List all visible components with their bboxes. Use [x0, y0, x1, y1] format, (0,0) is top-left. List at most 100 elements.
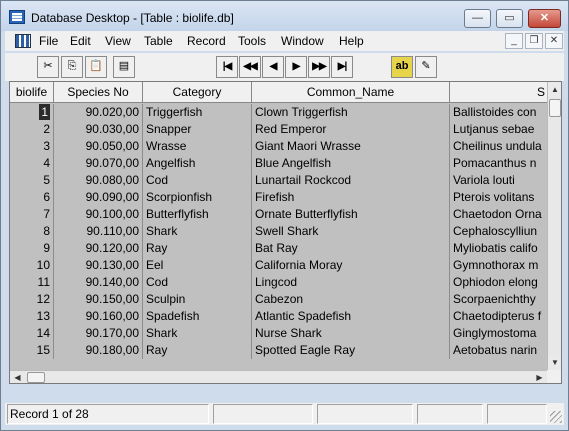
cell-category[interactable]: Angelfish	[143, 155, 252, 172]
cell-biolife[interactable]: 15	[10, 342, 54, 359]
cell-common-name[interactable]: California Moray	[252, 257, 450, 274]
table-row[interactable]: 6 90.090,00 Scorpionfish Firefish Pterois vo…	[10, 189, 550, 206]
table-row[interactable]: 14 90.170,00 Shark Nurse Shark Ginglymostoma	[10, 325, 550, 342]
cell-biolife[interactable]: 1	[10, 104, 54, 121]
next-record-icon[interactable]: ▶	[285, 56, 307, 78]
column-header-species-name[interactable]: S	[450, 82, 550, 103]
cell-species-no[interactable]: 90.160,00	[54, 308, 143, 325]
menu-table[interactable]: Table	[144, 34, 173, 48]
cell-species-no[interactable]: 90.030,00	[54, 121, 143, 138]
last-record-icon[interactable]: ▶|	[331, 56, 353, 78]
cell-species-name[interactable]: Cheilinus undula	[450, 138, 550, 155]
cell-biolife[interactable]: 4	[10, 155, 54, 172]
cell-category[interactable]: Eel	[143, 257, 252, 274]
table-row[interactable]: 3 90.050,00 Wrasse Giant Maori Wrasse Cheili…	[10, 138, 550, 155]
cell-common-name[interactable]: Lingcod	[252, 274, 450, 291]
menu-record[interactable]: Record	[187, 34, 226, 48]
cell-category[interactable]: Sculpin	[143, 291, 252, 308]
column-header-category[interactable]: Category	[143, 82, 252, 103]
cell-biolife[interactable]: 2	[10, 121, 54, 138]
menu-help[interactable]: Help	[339, 34, 364, 48]
mdi-restore-button[interactable]: ❐	[525, 33, 543, 49]
cell-species-no[interactable]: 90.080,00	[54, 172, 143, 189]
table-row[interactable]: 10 90.130,00 Eel California Moray Gymnothora…	[10, 257, 550, 274]
cell-species-no[interactable]: 90.070,00	[54, 155, 143, 172]
table-row[interactable]: 1 90.020,00 Triggerfish Clown Triggerfish Ba…	[10, 104, 550, 121]
cell-species-name[interactable]: Lutjanus sebae	[450, 121, 550, 138]
cell-biolife[interactable]: 11	[10, 274, 54, 291]
cell-common-name[interactable]: Blue Angelfish	[252, 155, 450, 172]
cell-common-name[interactable]: Ornate Butterflyfish	[252, 206, 450, 223]
table-window-icon[interactable]	[15, 34, 31, 48]
cell-species-name[interactable]: Pterois volitans	[450, 189, 550, 206]
table-row[interactable]: 9 90.120,00 Ray Bat Ray Myliobatis califo	[10, 240, 550, 257]
scroll-left-icon[interactable]: ◀	[10, 371, 25, 383]
cell-common-name[interactable]: Red Emperor	[252, 121, 450, 138]
cell-species-name[interactable]: Aetobatus narin	[450, 342, 550, 359]
cell-category[interactable]: Wrasse	[143, 138, 252, 155]
cell-category[interactable]: Ray	[143, 342, 252, 359]
cell-species-name[interactable]: Gymnothorax m	[450, 257, 550, 274]
cell-biolife[interactable]: 12	[10, 291, 54, 308]
cell-species-no[interactable]: 90.020,00	[54, 104, 143, 121]
cell-category[interactable]: Ray	[143, 240, 252, 257]
cell-species-name[interactable]: Ballistoides con	[450, 104, 550, 121]
previous-record-icon[interactable]: ◀	[262, 56, 284, 78]
cell-category[interactable]: Scorpionfish	[143, 189, 252, 206]
cell-species-no[interactable]: 90.050,00	[54, 138, 143, 155]
cell-common-name[interactable]: Clown Triggerfish	[252, 104, 450, 121]
field-view-icon[interactable]: ab	[391, 56, 413, 78]
menu-window[interactable]: Window	[281, 34, 324, 48]
cell-species-name[interactable]: Variola louti	[450, 172, 550, 189]
minimize-button[interactable]: —	[464, 9, 491, 28]
scroll-up-icon[interactable]: ▲	[548, 82, 561, 97]
cell-biolife[interactable]: 7	[10, 206, 54, 223]
cell-species-no[interactable]: 90.140,00	[54, 274, 143, 291]
cell-common-name[interactable]: Atlantic Spadefish	[252, 308, 450, 325]
cell-species-name[interactable]: Cephaloscylliun	[450, 223, 550, 240]
cell-category[interactable]: Cod	[143, 274, 252, 291]
column-header-biolife[interactable]: biolife	[10, 82, 54, 103]
edit-data-icon[interactable]: ✎	[415, 56, 437, 78]
table-row[interactable]: 4 90.070,00 Angelfish Blue Angelfish Pomacan…	[10, 155, 550, 172]
table-row[interactable]: 12 90.150,00 Sculpin Cabezon Scorpaenichthy	[10, 291, 550, 308]
cell-biolife[interactable]: 6	[10, 189, 54, 206]
cell-biolife[interactable]: 3	[10, 138, 54, 155]
cell-species-name[interactable]: Ginglymostoma	[450, 325, 550, 342]
cell-category[interactable]: Shark	[143, 223, 252, 240]
cell-category[interactable]: Shark	[143, 325, 252, 342]
scroll-down-icon[interactable]: ▼	[548, 355, 561, 370]
cell-species-name[interactable]: Chaetodipterus f	[450, 308, 550, 325]
cell-species-no[interactable]: 90.120,00	[54, 240, 143, 257]
mdi-minimize-button[interactable]: _	[505, 33, 523, 49]
cell-biolife[interactable]: 5	[10, 172, 54, 189]
table-row[interactable]: 11 90.140,00 Cod Lingcod Ophiodon elong	[10, 274, 550, 291]
cell-biolife[interactable]: 9	[10, 240, 54, 257]
mdi-close-button[interactable]: ✕	[545, 33, 563, 49]
table-row[interactable]: 5 90.080,00 Cod Lunartail Rockcod Variola lo…	[10, 172, 550, 189]
table-row[interactable]: 8 90.110,00 Shark Swell Shark Cephaloscylliu…	[10, 223, 550, 240]
database-app-icon[interactable]	[9, 10, 25, 24]
cut-icon[interactable]: ✂	[37, 56, 59, 78]
column-header-common-name[interactable]: Common_Name	[252, 82, 450, 103]
cell-common-name[interactable]: Spotted Eagle Ray	[252, 342, 450, 359]
horizontal-scroll-thumb[interactable]	[27, 372, 45, 383]
scroll-right-icon[interactable]: ▶	[532, 371, 547, 383]
cell-common-name[interactable]: Firefish	[252, 189, 450, 206]
vertical-scrollbar[interactable]: ▲ ▼	[547, 82, 561, 370]
horizontal-scrollbar[interactable]: ◀ ▶	[10, 370, 547, 383]
table-row[interactable]: 13 90.160,00 Spadefish Atlantic Spadefish Ch…	[10, 308, 550, 325]
cell-category[interactable]: Triggerfish	[143, 104, 252, 121]
cell-common-name[interactable]: Cabezon	[252, 291, 450, 308]
cell-category[interactable]: Butterflyfish	[143, 206, 252, 223]
cell-species-no[interactable]: 90.180,00	[54, 342, 143, 359]
cell-biolife[interactable]: 10	[10, 257, 54, 274]
next-set-icon[interactable]: ▶▶	[308, 56, 330, 78]
cell-species-no[interactable]: 90.090,00	[54, 189, 143, 206]
cell-biolife[interactable]: 14	[10, 325, 54, 342]
cell-biolife[interactable]: 8	[10, 223, 54, 240]
cell-common-name[interactable]: Lunartail Rockcod	[252, 172, 450, 189]
copy-icon[interactable]: ⎘	[61, 56, 83, 78]
table-row[interactable]: 15 90.180,00 Ray Spotted Eagle Ray Aetobatus…	[10, 342, 550, 359]
maximize-button[interactable]: ▭	[496, 9, 523, 28]
